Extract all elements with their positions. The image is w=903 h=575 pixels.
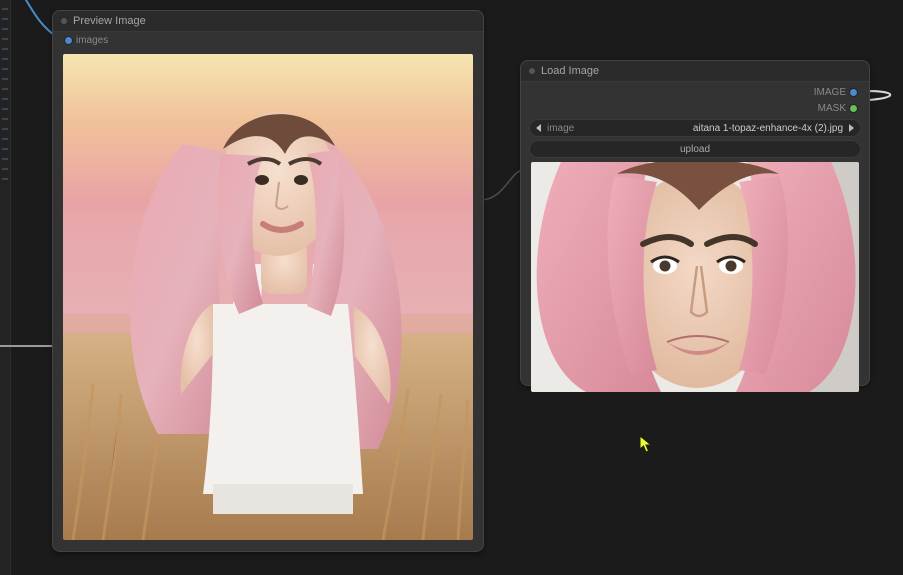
node-title: Load Image xyxy=(541,65,599,77)
collapse-dot-icon[interactable] xyxy=(529,68,535,74)
input-slot-images[interactable]: images xyxy=(53,32,483,48)
mouse-cursor-icon xyxy=(639,435,653,453)
combo-field-label: image xyxy=(547,123,574,134)
load-image-node[interactable]: Load Image IMAGE MASK image aitana 1-top… xyxy=(520,60,870,386)
upload-label: upload xyxy=(680,144,710,155)
preview-image-node[interactable]: Preview Image images xyxy=(52,10,484,552)
node-title: Preview Image xyxy=(73,15,146,27)
loaded-image-display xyxy=(531,162,859,392)
node-header[interactable]: Load Image xyxy=(521,61,869,82)
image-file-combo[interactable]: image aitana 1-topaz-enhance-4x (2).jpg xyxy=(529,119,861,137)
chevron-right-icon[interactable] xyxy=(849,124,854,132)
node-header[interactable]: Preview Image xyxy=(53,11,483,32)
upload-button[interactable]: upload xyxy=(529,140,861,158)
output-slot-image[interactable]: IMAGE xyxy=(521,84,869,100)
output-label: MASK xyxy=(818,103,846,114)
left-toolbar xyxy=(0,0,11,575)
combo-value: aitana 1-topaz-enhance-4x (2).jpg xyxy=(693,123,843,134)
collapse-dot-icon[interactable] xyxy=(61,18,67,24)
chevron-left-icon[interactable] xyxy=(536,124,541,132)
input-label: images xyxy=(76,35,108,46)
output-slot-mask[interactable]: MASK xyxy=(521,100,869,116)
output-label: IMAGE xyxy=(814,87,846,98)
slot-dot-icon xyxy=(65,37,72,44)
slot-dot-icon xyxy=(850,105,857,112)
preview-image-display xyxy=(63,54,473,540)
slot-dot-icon xyxy=(850,89,857,96)
